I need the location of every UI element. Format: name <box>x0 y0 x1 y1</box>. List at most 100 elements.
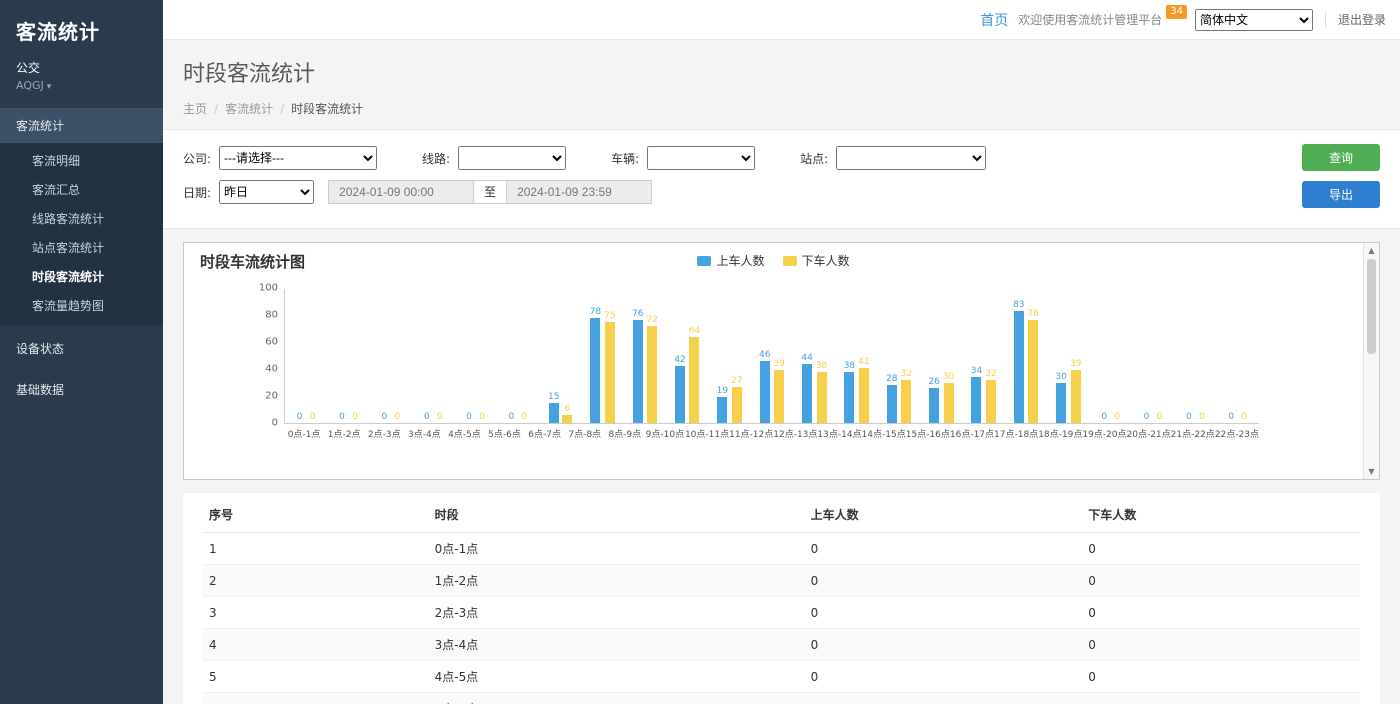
breadcrumb-separator: / <box>280 102 284 116</box>
user-name: AQGJ <box>16 79 44 92</box>
sidebar-subitem-flow-summary[interactable]: 客流汇总 <box>0 175 163 204</box>
bar-value-label: 41 <box>858 357 869 367</box>
date-preset-select[interactable]: 昨日 <box>219 180 314 204</box>
bar-column: 42 <box>674 289 685 423</box>
station-label: 站点: <box>800 150 828 167</box>
bar-value-label: 30 <box>1055 372 1066 382</box>
bar-value-label: 72 <box>646 315 657 325</box>
bar-column: 46 <box>759 289 770 423</box>
bar-group: 3432 <box>963 289 1005 423</box>
table-cell: 5点-6点 <box>429 693 805 704</box>
user-dropdown[interactable]: AQGJ▾ <box>16 79 147 92</box>
bar <box>675 366 685 423</box>
breadcrumb-passenger-stats[interactable]: 客流统计 <box>225 102 273 116</box>
bar-value-label: 0 <box>479 412 485 422</box>
bar-value-label: 0 <box>394 412 400 422</box>
x-axis-tick-label: 0点-1点 <box>284 427 324 440</box>
table-row: 65点-6点00 <box>203 693 1360 704</box>
sidebar-item-passenger-stats[interactable]: 客流统计 <box>0 108 163 143</box>
bar-value-label: 0 <box>1101 412 1107 422</box>
bar-column: 0 <box>1184 289 1194 423</box>
company-select[interactable]: ---请选择--- <box>219 146 377 170</box>
table-cell: 1点-2点 <box>429 565 805 597</box>
bar-value-label: 0 <box>1199 412 1205 422</box>
y-axis-tick-label: 40 <box>265 364 278 375</box>
date-from-input[interactable] <box>328 180 474 204</box>
column-header: 序号 <box>203 497 429 533</box>
legend-label: 下车人数 <box>802 252 850 269</box>
bar-column: 15 <box>548 289 559 423</box>
bar-group: 7672 <box>624 289 666 423</box>
bar-value-label: 15 <box>548 392 559 402</box>
bar-column: 64 <box>689 289 700 423</box>
sidebar-item-base-data[interactable]: 基础数据 <box>0 372 163 407</box>
vehicle-select[interactable] <box>647 146 755 170</box>
bar-group: 2832 <box>878 289 920 423</box>
date-to-input[interactable] <box>506 180 652 204</box>
chart-scrollbar[interactable]: ▲ ▼ <box>1363 243 1379 479</box>
x-axis-tick-label: 1点-2点 <box>324 427 364 440</box>
table-cell: 0 <box>805 693 1083 704</box>
line-select[interactable] <box>458 146 566 170</box>
bar-column: 27 <box>731 289 742 423</box>
bar-column: 0 <box>464 289 474 423</box>
bar-column: 38 <box>816 289 827 423</box>
table-cell: 0 <box>1082 661 1360 693</box>
bar-value-label: 0 <box>437 412 443 422</box>
bar <box>817 372 827 423</box>
bar <box>633 320 643 423</box>
sidebar-subitem-station-stats[interactable]: 站点客流统计 <box>0 233 163 262</box>
legend-item[interactable]: 下车人数 <box>783 252 850 269</box>
table-cell: 2 <box>203 565 429 597</box>
bar-column: 0 <box>1226 289 1236 423</box>
bar-column: 0 <box>1239 289 1249 423</box>
bar-value-label: 38 <box>844 361 855 371</box>
sidebar-subitem-flow-detail[interactable]: 客流明细 <box>0 146 163 175</box>
chart-header: 时段车流统计图 上车人数下车人数 <box>184 243 1363 275</box>
scrollbar-thumb[interactable] <box>1367 259 1376 354</box>
bar-value-label: 0 <box>1157 412 1163 422</box>
table-cell: 0 <box>805 661 1083 693</box>
notification-badge[interactable]: 34 <box>1166 5 1187 19</box>
y-axis-tick-label: 0 <box>272 418 278 429</box>
column-header: 时段 <box>429 497 805 533</box>
chart-plot-area: 0204060801000000000000001567875767242641… <box>284 289 1259 424</box>
bar-column: 0 <box>1155 289 1165 423</box>
table-cell: 0 <box>1082 533 1360 565</box>
bar-column: 0 <box>477 289 487 423</box>
bar-value-label: 42 <box>674 355 685 365</box>
bar-group: 00 <box>285 289 327 423</box>
legend-item[interactable]: 上车人数 <box>697 252 764 269</box>
query-button[interactable]: 查询 <box>1302 144 1380 171</box>
x-axis-tick-label: 6点-7点 <box>525 427 565 440</box>
y-axis-tick-label: 100 <box>259 283 278 294</box>
bar-column: 38 <box>844 289 855 423</box>
table-row: 43点-4点00 <box>203 629 1360 661</box>
x-axis-tick-label: 9点-10点 <box>645 427 685 440</box>
home-link[interactable]: 首页 <box>980 10 1008 30</box>
bar-value-label: 0 <box>297 412 303 422</box>
bar <box>760 361 770 423</box>
bar-value-label: 0 <box>381 412 387 422</box>
sidebar-subitem-period-stats[interactable]: 时段客流统计 <box>0 262 163 291</box>
language-select[interactable]: 简体中文 <box>1195 9 1313 31</box>
bar-value-label: 75 <box>604 311 615 321</box>
sidebar-item-device-status[interactable]: 设备状态 <box>0 331 163 366</box>
x-axis-tick-label: 2点-3点 <box>364 427 404 440</box>
sidebar-subitem-trend-chart[interactable]: 客流量趋势图 <box>0 291 163 320</box>
logout-link[interactable]: 退出登录 <box>1325 11 1386 28</box>
bar-value-label: 0 <box>424 412 430 422</box>
topbar: 首页 欢迎使用客流统计管理平台 34 简体中文 退出登录 <box>163 0 1400 40</box>
bar-group: 00 <box>1174 289 1216 423</box>
bar <box>1056 383 1066 424</box>
table-cell: 2点-3点 <box>429 597 805 629</box>
sidebar-subitem-line-stats[interactable]: 线路客流统计 <box>0 204 163 233</box>
bar-value-label: 39 <box>773 359 784 369</box>
scroll-down-icon[interactable]: ▼ <box>1364 467 1379 476</box>
station-select[interactable] <box>836 146 986 170</box>
export-button[interactable]: 导出 <box>1302 181 1380 208</box>
bar-value-label: 30 <box>943 372 954 382</box>
breadcrumb-home[interactable]: 主页 <box>183 102 207 116</box>
scroll-up-icon[interactable]: ▲ <box>1364 246 1379 255</box>
table-cell: 0点-1点 <box>429 533 805 565</box>
